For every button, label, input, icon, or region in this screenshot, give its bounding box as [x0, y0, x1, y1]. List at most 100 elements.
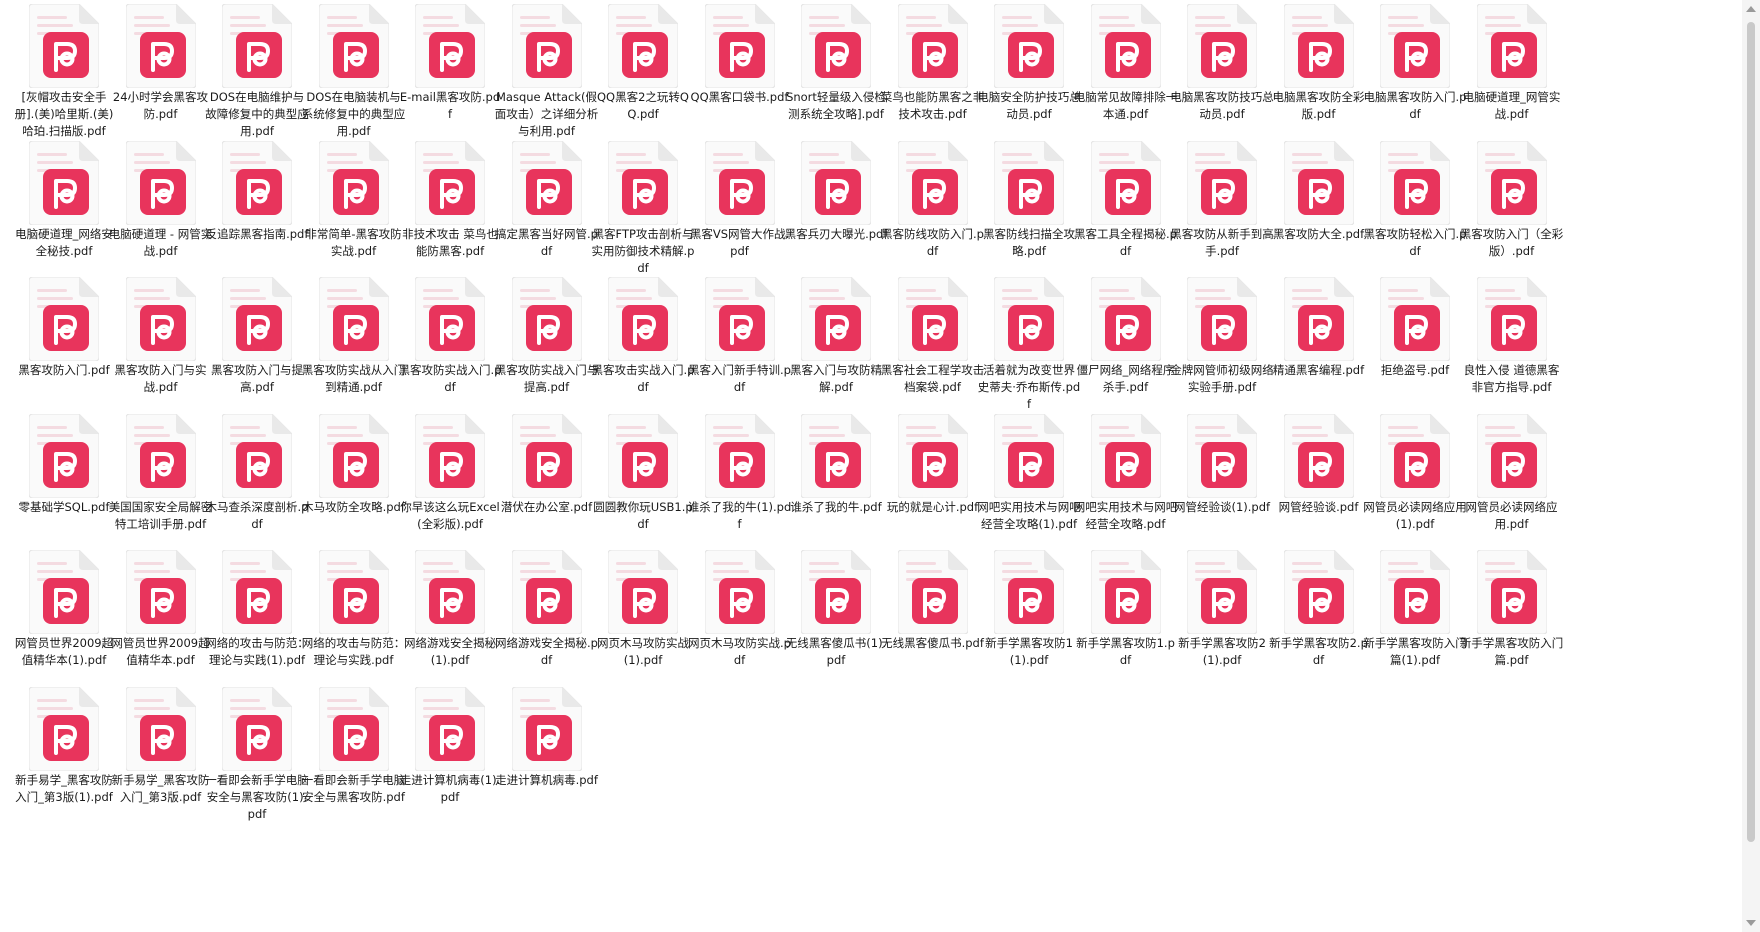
file-item[interactable]: 一看即会新手学电脑安全与黑客攻防.pdf — [302, 683, 406, 806]
file-item[interactable]: 黑客攻防入门（全彩版）.pdf — [1460, 137, 1564, 260]
file-item[interactable]: 走进计算机病毒(1).pdf — [398, 683, 502, 806]
file-item[interactable]: 圆圆教你玩USB1.pdf — [591, 410, 695, 533]
file-item[interactable]: 黑客攻防实战入门与提高.pdf — [495, 273, 599, 396]
file-item[interactable]: 黑客攻防入门与提高.pdf — [205, 273, 309, 396]
file-item[interactable]: 新手易学_黑客攻防入门_第3版.pdf — [109, 683, 213, 806]
file-item[interactable]: 电脑安全防护技巧总动员.pdf — [977, 0, 1081, 123]
file-item[interactable]: 黑客攻防入门与实战.pdf — [109, 273, 213, 396]
pdf-document-icon — [318, 140, 389, 225]
file-item[interactable]: 黑客攻防轻松入门.pdf — [1363, 137, 1467, 260]
file-item[interactable]: 新手学黑客攻防入门篇(1).pdf — [1363, 546, 1467, 669]
file-item[interactable]: 精通黑客编程.pdf — [1267, 273, 1371, 379]
file-item[interactable]: 僵尸网络_网络程序杀手.pdf — [1074, 273, 1178, 396]
file-item[interactable]: 黑客入门新手特训.pdf — [688, 273, 792, 396]
file-item[interactable]: 黑客防线扫描全攻略.pdf — [977, 137, 1081, 260]
file-item[interactable]: 零基础学SQL.pdf — [12, 410, 116, 516]
vertical-scrollbar[interactable] — [1742, 0, 1760, 932]
file-item[interactable]: 无线黑客傻瓜书.pdf — [881, 546, 985, 652]
file-item[interactable]: 木马查杀深度剖析.pdf — [205, 410, 309, 533]
file-item[interactable]: 黑客入门与攻防精解.pdf — [784, 273, 888, 396]
file-item[interactable]: 电脑硬道理 - 网管实战.pdf — [109, 137, 213, 260]
file-item[interactable]: 谁杀了我的牛.pdf — [784, 410, 888, 516]
file-name-label: 木马攻防全攻略.pdf — [302, 499, 405, 514]
file-item[interactable]: 一看即会新手学电脑安全与黑客攻防(1).pdf — [205, 683, 309, 823]
file-item[interactable]: 你早该这么玩Excel(全彩版).pdf — [398, 410, 502, 533]
file-item[interactable]: 木马攻防全攻略.pdf — [302, 410, 406, 516]
file-item[interactable]: 菜鸟也能防黑客之非技术攻击.pdf — [881, 0, 985, 123]
file-item[interactable]: 黑客攻防从新手到高手.pdf — [1170, 137, 1274, 260]
file-item[interactable]: 金牌网管师初级网络实验手册.pdf — [1170, 273, 1274, 396]
file-item[interactable]: 电脑黑客攻防技巧总动员.pdf — [1170, 0, 1274, 123]
file-item[interactable]: DOS在电脑维护与故障修复中的典型应用.pdf — [205, 0, 309, 140]
file-item[interactable]: 反追踪黑客指南.pdf — [205, 137, 309, 243]
pdf-document-icon — [318, 276, 389, 362]
file-item[interactable]: 黑客防线攻防入门.pdf — [881, 137, 985, 260]
pdf-document-icon — [28, 140, 100, 225]
file-item[interactable]: 谁杀了我的牛(1).pdf — [688, 410, 792, 533]
scroll-down-arrow-icon[interactable] — [1746, 920, 1756, 926]
file-item[interactable]: 网络游戏安全揭秘.pdf — [495, 546, 599, 669]
file-item[interactable]: 网吧实用技术与网吧经营全攻略.pdf — [1074, 410, 1178, 533]
file-item[interactable]: 网络的攻击与防范：理论与实践.pdf — [302, 546, 406, 669]
file-item[interactable]: 电脑黑客攻防入门.pdf — [1363, 0, 1467, 123]
file-name-label: 一看即会新手学电脑安全与黑客攻防.pdf — [301, 772, 406, 804]
file-item[interactable]: 新手易学_黑客攻防入门_第3版(1).pdf — [12, 683, 116, 806]
file-item[interactable]: 网管员必读网络应用.pdf — [1460, 410, 1564, 533]
file-item[interactable]: 黑客工具全程揭秘.pdf — [1074, 137, 1178, 260]
file-item[interactable]: 电脑常见故障排除一本通.pdf — [1074, 0, 1178, 123]
file-item[interactable]: 24小时学会黑客攻防.pdf — [109, 0, 213, 123]
file-item[interactable]: 黑客攻防入门.pdf — [12, 273, 116, 379]
file-item[interactable]: 黑客攻防实战从入门到精通.pdf — [302, 273, 406, 396]
file-item[interactable]: 网页木马攻防实战.pdf — [688, 546, 792, 669]
file-item[interactable]: 新手学黑客攻防2(1).pdf — [1170, 546, 1274, 669]
file-item[interactable]: 黑客FTP攻击剖析与实用防御技术精解.pdf — [591, 137, 695, 277]
file-item[interactable]: 非技术攻击 菜鸟也能防黑客.pdf — [398, 137, 502, 260]
file-item[interactable]: E-mail黑客攻防.pdf — [398, 0, 502, 123]
file-item[interactable]: 黑客VS网管大作战.pdf — [688, 137, 792, 260]
file-item[interactable]: 网络的攻击与防范：理论与实践(1).pdf — [205, 546, 309, 669]
file-item[interactable]: [灰帽攻击安全手册].(美)哈里斯.(美)哈珀.扫描版.pdf — [12, 0, 116, 140]
file-item[interactable]: 搞定黑客当好网管.pdf — [495, 137, 599, 260]
file-item[interactable]: 网管员世界2009超值精华本(1).pdf — [12, 546, 116, 669]
file-item[interactable]: 网管员必读网络应用(1).pdf — [1363, 410, 1467, 533]
file-item[interactable]: QQ黑客2之玩转QQ.pdf — [591, 0, 695, 123]
file-item[interactable]: DOS在电脑装机与系统修复中的典型应用.pdf — [302, 0, 406, 140]
file-item[interactable]: 无线黑客傻瓜书(1).pdf — [784, 546, 888, 669]
file-item[interactable]: 新手学黑客攻防2.pdf — [1267, 546, 1371, 669]
file-item[interactable]: 潜伏在办公室.pdf — [495, 410, 599, 516]
file-item[interactable]: 黑客社会工程学攻击档案袋.pdf — [881, 273, 985, 396]
file-item[interactable]: QQ黑客口袋书.pdf — [688, 0, 792, 106]
file-name-label: 谁杀了我的牛(1).pdf — [687, 499, 792, 531]
file-item[interactable]: 黑客攻防大全.pdf — [1267, 137, 1371, 243]
file-item[interactable]: 网吧实用技术与网吧经营全攻略(1).pdf — [977, 410, 1081, 533]
file-item[interactable]: Snort轻量级入侵检测系统全攻略].pdf — [784, 0, 888, 123]
file-item[interactable]: 新手学黑客攻防1.pdf — [1074, 546, 1178, 669]
file-item[interactable]: 黑客攻防实战入门.pdf — [398, 273, 502, 396]
scrollbar-thumb[interactable] — [1747, 22, 1755, 842]
file-name-label: 黑客攻防实战入门与提高.pdf — [494, 363, 599, 394]
file-item[interactable]: 拒绝盗号.pdf — [1363, 273, 1467, 379]
file-item[interactable]: 网络游戏安全揭秘(1).pdf — [398, 546, 502, 669]
file-item[interactable]: 黑客兵刃大曝光.pdf — [784, 137, 888, 243]
file-item[interactable]: 美国国家安全局解密特工培训手册.pdf — [109, 410, 213, 533]
file-item[interactable]: 网管员世界2009超值精华本.pdf — [109, 546, 213, 669]
file-item[interactable]: 非常简单-黑客攻防实战.pdf — [302, 137, 406, 260]
file-item[interactable]: 电脑硬道理_网管实战.pdf — [1460, 0, 1564, 123]
file-item[interactable]: 网管经验谈.pdf — [1267, 410, 1371, 516]
file-item[interactable]: 新手学黑客攻防1(1).pdf — [977, 546, 1081, 669]
file-item[interactable]: 网页木马攻防实战(1).pdf — [591, 546, 695, 669]
file-name-label: 黑客工具全程揭秘.pdf — [1074, 226, 1177, 258]
scroll-up-arrow-icon[interactable] — [1746, 6, 1756, 12]
file-item[interactable]: 新手学黑客攻防入门篇.pdf — [1460, 546, 1564, 669]
file-item[interactable]: 活着就为改变世界 史蒂夫·乔布斯传.pdf — [977, 273, 1081, 413]
pdf-document-icon — [897, 549, 968, 635]
file-item[interactable]: 网管经验谈(1).pdf — [1170, 410, 1274, 516]
file-item[interactable]: 良性入侵 道德黑客非官方指导.pdf — [1460, 273, 1564, 396]
file-item[interactable]: 电脑黑客攻防全彩版.pdf — [1267, 0, 1371, 123]
file-item[interactable]: 玩的就是心计.pdf — [881, 410, 985, 516]
file-item[interactable]: Masque Attack(假面攻击）之详细分析与利用.pdf — [495, 0, 599, 140]
file-item[interactable]: 黑客攻击实战入门.pdf — [591, 273, 695, 396]
file-item[interactable]: 电脑硬道理_网络安全秘技.pdf — [12, 137, 116, 260]
file-item[interactable]: 走进计算机病毒.pdf — [495, 683, 599, 789]
file-name-label: 金牌网管师初级网络实验手册.pdf — [1170, 363, 1274, 394]
